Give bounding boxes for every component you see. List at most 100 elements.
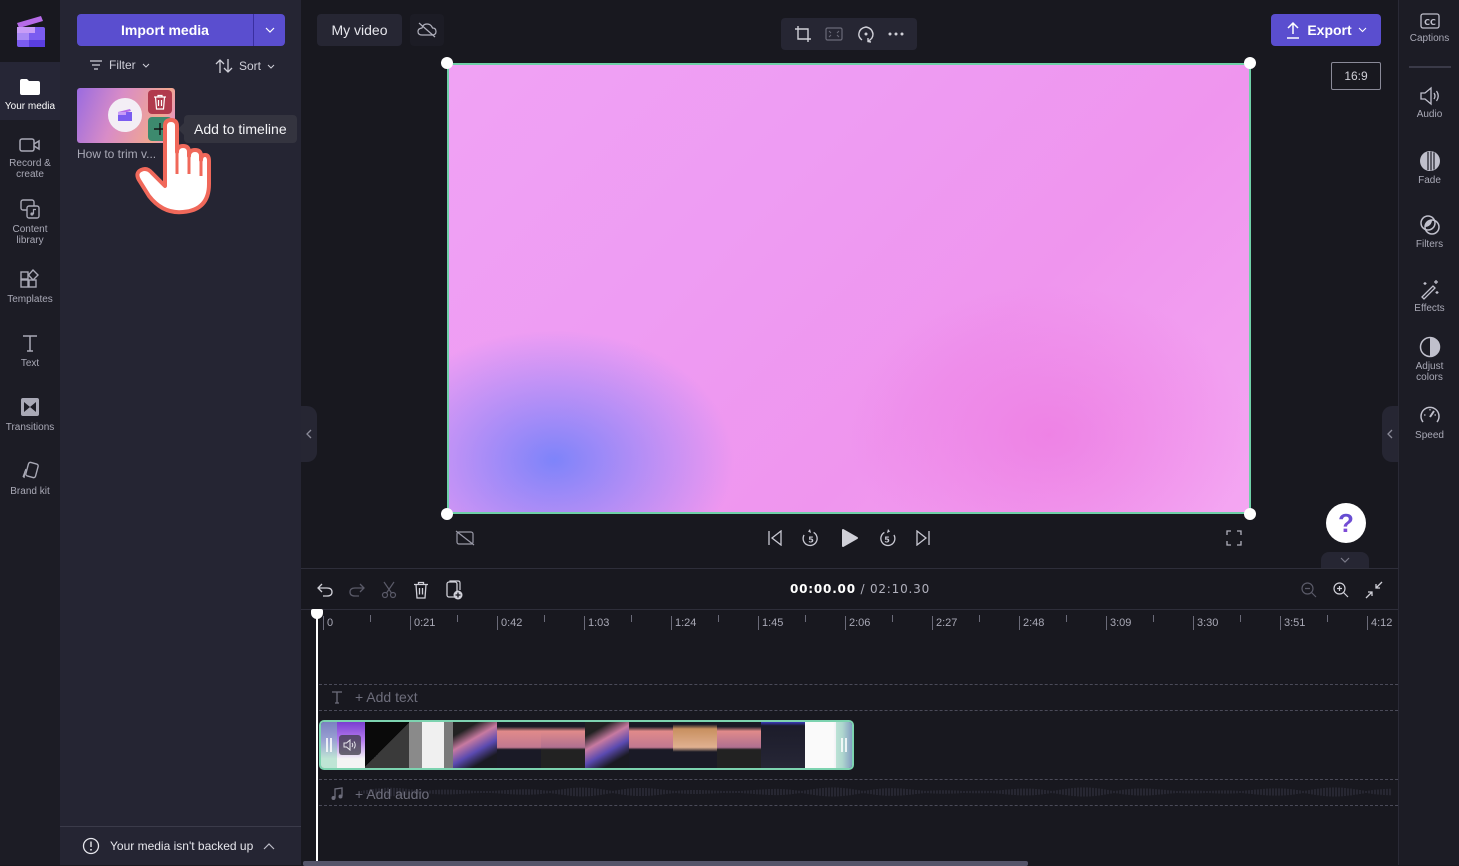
- skip-to-start-button[interactable]: [764, 527, 786, 549]
- more-options-button[interactable]: [888, 32, 904, 36]
- rail-item-transitions[interactable]: Transitions: [0, 388, 60, 448]
- skip-forward-icon: [916, 530, 930, 546]
- filter-label: Filter: [109, 58, 136, 72]
- redo-button[interactable]: [346, 579, 368, 601]
- rail-label: Speed: [1415, 430, 1444, 441]
- rail-label: Captions: [1409, 33, 1450, 44]
- captions-toggle-button[interactable]: [454, 527, 476, 549]
- clip-trim-handle-left[interactable]: [321, 722, 337, 768]
- rail-item-record-create[interactable]: Record & create: [0, 126, 60, 186]
- rail-item-adjust-colors[interactable]: Adjust colors: [1399, 336, 1459, 383]
- collapse-left-panel-button[interactable]: [301, 406, 317, 462]
- rail-item-your-media[interactable]: Your media: [0, 62, 60, 120]
- collapse-help-button[interactable]: [1321, 552, 1369, 568]
- project-title-button[interactable]: My video: [317, 14, 402, 46]
- rail-label: Your media: [4, 101, 56, 112]
- trash-icon: [414, 581, 428, 599]
- text-icon: [23, 335, 37, 352]
- backup-notice[interactable]: Your media isn't backed up: [60, 826, 301, 865]
- play-button[interactable]: [838, 527, 862, 549]
- cloud-off-icon: [417, 22, 437, 38]
- timeline-horizontal-scrollbar[interactable]: [303, 861, 1028, 866]
- clip-trim-handle-right[interactable]: [836, 722, 852, 768]
- fit-timeline-button[interactable]: [1363, 579, 1385, 601]
- resize-handle-bottom-left[interactable]: [441, 508, 453, 520]
- crop-button[interactable]: [794, 25, 812, 43]
- video-clip[interactable]: [319, 720, 854, 770]
- clip-mute-button[interactable]: [339, 735, 361, 755]
- zoom-out-button[interactable]: [1298, 579, 1320, 601]
- import-media-button[interactable]: Import media: [77, 14, 253, 46]
- clapperboard-icon: [118, 109, 132, 121]
- resize-handle-top-right[interactable]: [1244, 57, 1256, 69]
- sort-button[interactable]: Sort: [215, 58, 275, 74]
- rail-item-speed[interactable]: Speed: [1399, 405, 1459, 441]
- rail-item-content-library[interactable]: Content library: [0, 190, 60, 250]
- upload-icon: [1287, 21, 1300, 39]
- rail-label: Text: [20, 358, 40, 369]
- collapse-right-panel-button[interactable]: [1382, 406, 1398, 462]
- video-preview-canvas[interactable]: [447, 63, 1251, 514]
- ruler-minor-tick: [1326, 615, 1328, 622]
- ruler-minor-tick: [1239, 615, 1241, 622]
- split-button[interactable]: [378, 579, 400, 601]
- time-separator: /: [855, 582, 870, 596]
- rail-item-text[interactable]: Text: [0, 324, 60, 384]
- playhead[interactable]: [316, 609, 318, 866]
- fit-button[interactable]: [825, 26, 843, 42]
- rotate-button[interactable]: [857, 25, 875, 43]
- rail-item-audio[interactable]: Audio: [1399, 86, 1459, 120]
- rail-item-brand-kit[interactable]: Brand kit: [0, 452, 60, 512]
- zoom-in-button[interactable]: [1330, 579, 1352, 601]
- undo-icon: [317, 583, 333, 597]
- rail-divider: [1409, 66, 1451, 68]
- rail-label: Fade: [1418, 175, 1441, 186]
- resize-handle-top-left[interactable]: [441, 57, 453, 69]
- magic-wand-icon: [1420, 280, 1438, 300]
- rail-item-filters[interactable]: Filters: [1399, 214, 1459, 250]
- right-properties-rail: CC Captions Audio Fade Filters Effects A…: [1398, 0, 1459, 865]
- delete-button[interactable]: [410, 579, 432, 601]
- delete-media-button[interactable]: [148, 90, 172, 114]
- scissors-icon: [381, 581, 397, 599]
- add-media-icon: [446, 580, 463, 600]
- rail-item-effects[interactable]: Effects: [1399, 278, 1459, 314]
- filter-icon: [90, 60, 102, 70]
- help-button[interactable]: ?: [1326, 503, 1366, 543]
- content-library-icon: [20, 199, 40, 219]
- timeline-ruler[interactable]: 0 0:21 0:42 1:03 1:24 1:45 2:06 2:27 2:48 3:09 3:3…: [301, 609, 1398, 633]
- rewind-5-seconds-button[interactable]: 5: [800, 527, 822, 549]
- add-text-track-button[interactable]: + Add text: [331, 689, 418, 705]
- cloud-sync-status-button[interactable]: [410, 14, 444, 46]
- export-button[interactable]: Export: [1271, 14, 1381, 46]
- clipchamp-logo[interactable]: [0, 0, 60, 62]
- aspect-ratio-button[interactable]: 16:9: [1331, 62, 1381, 90]
- adjust-colors-icon: [1419, 336, 1440, 358]
- skip-to-end-button[interactable]: [912, 527, 934, 549]
- clip-frame: [409, 722, 453, 768]
- resize-handle-bottom-right[interactable]: [1244, 508, 1256, 520]
- rail-label: Content library: [12, 224, 48, 246]
- rail-item-captions[interactable]: CC Captions: [1399, 12, 1459, 44]
- add-media-to-timeline-button[interactable]: [443, 579, 465, 601]
- rail-item-fade[interactable]: Fade: [1399, 150, 1459, 186]
- redo-icon: [349, 583, 365, 597]
- fullscreen-button[interactable]: [1223, 527, 1245, 549]
- rail-item-templates[interactable]: Templates: [0, 260, 60, 320]
- undo-button[interactable]: [314, 579, 336, 601]
- ruler-minor-tick: [978, 615, 980, 622]
- fullscreen-icon: [1226, 530, 1242, 546]
- ruler-tick-label: 2:27: [932, 616, 957, 630]
- speaker-icon: [1419, 86, 1439, 106]
- music-note-icon: [331, 787, 343, 800]
- chevron-left-icon: [306, 429, 312, 439]
- filter-button[interactable]: Filter: [89, 58, 150, 72]
- clip-frame: [717, 722, 761, 768]
- clip-frame: [453, 722, 497, 768]
- rail-label: Record & create: [9, 158, 51, 180]
- import-options-dropdown[interactable]: [253, 14, 285, 46]
- lane-divider: [319, 805, 1398, 806]
- add-audio-track-button[interactable]: + Add audio: [331, 786, 429, 802]
- forward-5-seconds-button[interactable]: 5: [876, 527, 898, 549]
- rail-label: Filters: [1415, 239, 1444, 250]
